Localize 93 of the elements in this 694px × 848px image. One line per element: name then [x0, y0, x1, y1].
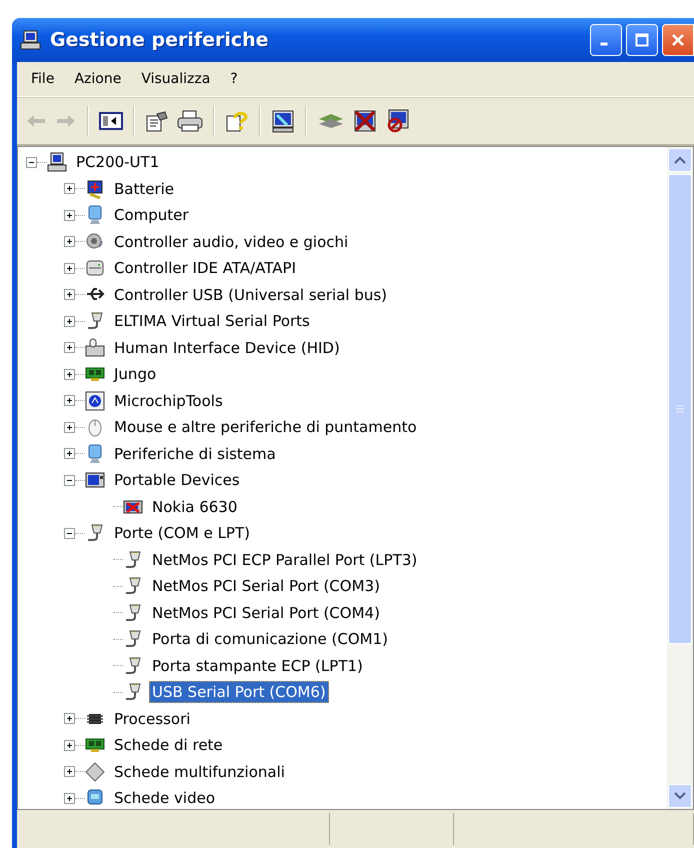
connector-icon [85, 311, 105, 332]
plus-icon [65, 767, 74, 776]
tree-item[interactable]: Porte (COM e LPT) [111, 522, 253, 544]
tree-item[interactable]: Schede di rete [111, 734, 226, 756]
tree-item[interactable]: Porta stampante ECP (LPT1) [149, 654, 366, 677]
expand-toggle[interactable] [64, 368, 75, 380]
tree-item[interactable]: Human Interface Device (HID) [111, 336, 343, 359]
keyboard-icon [85, 338, 105, 358]
tree-item[interactable]: Batterie [111, 178, 178, 200]
tree-item[interactable]: Controller audio, video e giochi [111, 230, 352, 253]
connector-icon [85, 523, 105, 544]
expand-toggle[interactable] [64, 740, 75, 751]
expand-toggle[interactable] [64, 289, 75, 300]
plus-icon [65, 449, 74, 458]
plus-icon [65, 396, 74, 406]
caret-up-icon [674, 156, 686, 164]
collapse-toggle[interactable] [64, 474, 75, 486]
expand-toggle[interactable] [64, 422, 75, 433]
tree-item[interactable]: USB Serial Port (COM6) [149, 681, 329, 704]
tree-item[interactable]: NetMos PCI ECP Parallel Port (LPT3) [149, 548, 420, 571]
plus-icon [65, 422, 74, 432]
plus-icon [65, 184, 74, 194]
expand-toggle[interactable] [64, 236, 75, 248]
chip-tool-icon [85, 390, 105, 411]
plus-icon [65, 264, 74, 273]
tree-item[interactable]: ELTIMA Virtual Serial Ports [111, 310, 313, 332]
connector-icon [123, 656, 143, 676]
tree-item[interactable]: NetMos PCI Serial Port (COM4) [149, 602, 383, 624]
expand-toggle[interactable] [64, 395, 75, 406]
expand-toggle[interactable] [64, 342, 75, 354]
tree-item[interactable]: Controller IDE ATA/ATAPI [111, 257, 300, 280]
battery-icon [85, 178, 105, 199]
menu-item[interactable]: File [23, 69, 62, 89]
connector-icon [123, 602, 143, 623]
tree-item[interactable]: Nokia 6630 [149, 496, 240, 518]
computer-icon [20, 29, 42, 51]
close-icon [671, 33, 685, 47]
connector-icon [123, 682, 143, 702]
computer-icon [47, 152, 67, 172]
tree-item[interactable]: Controller USB (Universal serial bus) [111, 284, 390, 306]
tree-item[interactable]: NetMos PCI Serial Port (COM3) [149, 575, 383, 598]
connector-icon [123, 576, 143, 596]
scrollbar-thumb[interactable] [668, 174, 692, 644]
expand-toggle[interactable] [64, 713, 75, 724]
plus-icon [65, 210, 74, 220]
menu-item[interactable]: ? [222, 69, 246, 89]
menu-item[interactable]: Azione [66, 69, 130, 89]
portable-device-icon [85, 470, 105, 490]
tree-item[interactable]: Jungo [111, 363, 160, 386]
drive-icon [85, 258, 105, 278]
tree-item[interactable]: Portable Devices [111, 469, 243, 492]
tree-item[interactable]: Computer [111, 204, 192, 226]
expand-toggle[interactable] [64, 316, 75, 327]
tree-item[interactable]: Porta di comunicazione (COM1) [149, 628, 392, 650]
window-title: Gestione periferiche [50, 29, 270, 51]
panel-button[interactable] [97, 109, 125, 133]
tree-item[interactable]: MicrochipTools [111, 390, 226, 412]
minimize-button[interactable] [590, 24, 622, 56]
plus-icon [65, 370, 74, 379]
expand-toggle[interactable] [64, 183, 75, 194]
diamond-icon [85, 762, 105, 782]
maximize-button[interactable] [626, 24, 658, 56]
caret-down-icon [674, 792, 686, 800]
plus-icon [65, 290, 74, 300]
tree-item[interactable]: Schede video [111, 787, 218, 809]
close-button[interactable] [662, 24, 694, 56]
printer-button[interactable] [175, 108, 205, 134]
plus-icon [65, 794, 74, 803]
minimize-icon [600, 42, 608, 46]
plus-icon [65, 740, 74, 750]
plus-icon [65, 343, 74, 352]
expand-toggle[interactable] [64, 262, 75, 274]
tree-item[interactable]: Periferiche di sistema [111, 442, 279, 465]
connector-icon [123, 629, 143, 650]
scroll-down-button[interactable] [668, 784, 692, 808]
collapse-toggle[interactable] [64, 528, 75, 539]
expand-toggle[interactable] [64, 210, 75, 221]
connector-icon [123, 550, 143, 570]
tree-item[interactable]: PC200-UT1 [73, 151, 162, 174]
tree-item[interactable]: Schede multifunzionali [111, 760, 288, 783]
plus-icon [65, 316, 74, 326]
maximize-icon [635, 33, 649, 47]
expand-toggle[interactable] [64, 766, 75, 778]
tree-item[interactable]: Processori [111, 708, 194, 730]
vertical-scrollbar[interactable] [667, 147, 693, 809]
collapse-toggle[interactable] [26, 156, 37, 168]
plus-icon [65, 714, 74, 724]
expand-toggle[interactable] [64, 448, 75, 460]
plus-icon [65, 237, 74, 246]
expand-toggle[interactable] [64, 792, 75, 804]
tree-item[interactable]: Mouse e altre periferiche di puntamento [111, 416, 420, 438]
scroll-up-button[interactable] [668, 148, 692, 172]
menu-item[interactable]: Visualizza [133, 69, 218, 89]
